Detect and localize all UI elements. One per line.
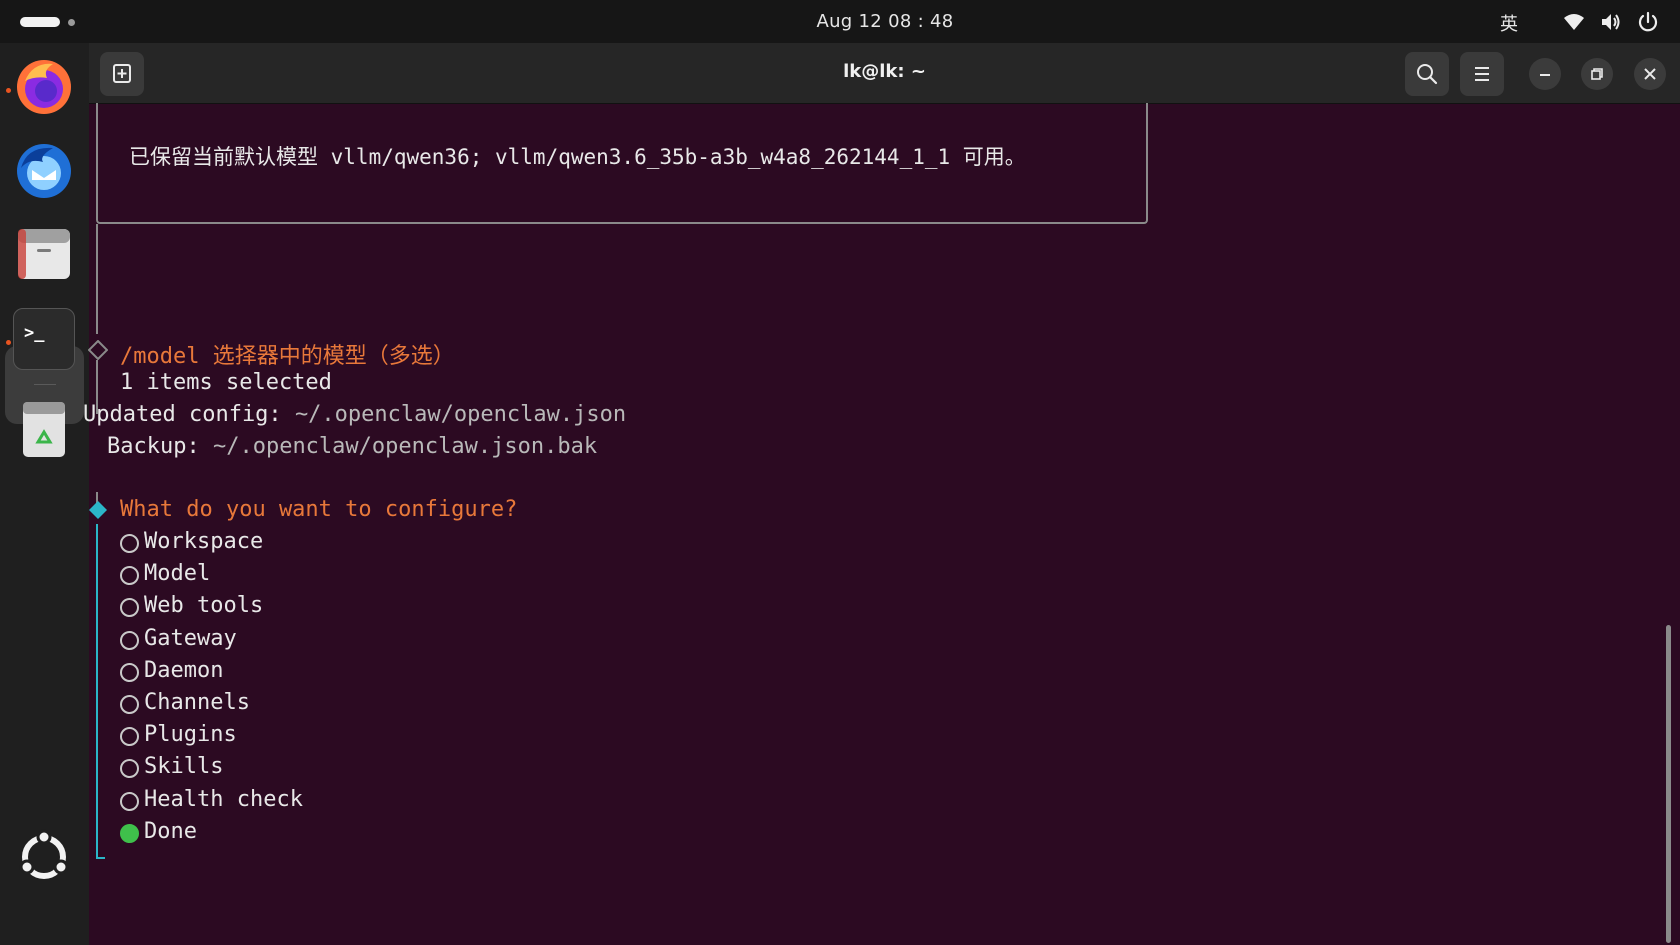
option-label: Channels	[144, 690, 250, 715]
search-button[interactable]	[1405, 52, 1449, 96]
input-method-indicator[interactable]: 英	[1500, 10, 1518, 36]
dock: >_	[0, 43, 89, 945]
window-headerbar: lk@lk: ~	[89, 43, 1680, 104]
option-gateway[interactable]: Gateway	[120, 626, 380, 656]
running-indicator	[6, 340, 11, 345]
gutter-end	[96, 857, 105, 859]
items-selected: 1 items selected	[120, 370, 332, 395]
backup-path: ~/.openclaw/openclaw.json.bak	[212, 434, 598, 459]
radio-empty-icon	[120, 759, 139, 779]
radio-empty-icon	[120, 695, 139, 714]
model-prompt: /model 选择器中的模型（多选）	[120, 344, 455, 369]
option-label: Workspace	[144, 529, 264, 554]
option-done[interactable]: Done	[120, 819, 380, 849]
option-label: Plugins	[144, 722, 237, 748]
updated-config-path: ~/.openclaw/openclaw.json	[294, 402, 627, 427]
terminal-icon[interactable]: >_	[13, 308, 75, 370]
note-text: 已保留当前默认模型 vllm/qwen36; vllm/qwen3.6_35b-…	[129, 145, 1026, 169]
activities-indicator[interactable]	[20, 16, 90, 28]
close-button[interactable]	[1634, 58, 1666, 90]
running-indicator	[6, 88, 11, 93]
trash-icon[interactable]	[13, 398, 75, 460]
dock-separator	[34, 384, 56, 385]
option-label: Health check	[144, 786, 303, 812]
restore-icon	[1591, 68, 1603, 80]
hamburger-icon	[1475, 67, 1489, 81]
terminal-content[interactable]: 已保留当前默认模型 vllm/qwen36; vllm/qwen3.6_35b-…	[83, 103, 1680, 945]
wifi-icon[interactable]	[1563, 11, 1585, 33]
option-model[interactable]: Model	[120, 561, 380, 591]
updated-config-line: Updated config: ~/.openclaw/openclaw.jso…	[83, 402, 626, 427]
radio-empty-icon	[120, 727, 139, 747]
option-workspace[interactable]: Workspace	[120, 529, 380, 559]
firefox-icon[interactable]	[13, 56, 75, 118]
radio-empty-icon	[120, 630, 139, 650]
radio-empty-icon	[120, 598, 139, 618]
option-label: Skills	[144, 754, 224, 780]
minimize-button[interactable]	[1529, 58, 1561, 90]
scrollbar[interactable]	[1666, 625, 1671, 943]
option-label: Web tools	[144, 593, 264, 619]
radio-selected-icon	[120, 823, 139, 843]
minimize-icon	[1540, 74, 1550, 76]
option-web-tools[interactable]: Web tools	[120, 593, 380, 623]
completed-diamond-icon	[88, 340, 108, 360]
option-label: Done	[144, 818, 197, 844]
option-channels[interactable]: Channels	[120, 690, 380, 720]
updated-config-label: Updated config:	[83, 402, 282, 427]
radio-empty-icon	[120, 662, 139, 682]
workspace-pill	[20, 17, 60, 27]
workspace-dot	[68, 19, 75, 26]
option-health-check[interactable]: Health check	[120, 787, 380, 817]
gutter-line-active	[96, 524, 98, 859]
terminal-icon-glyph: >_	[24, 323, 45, 343]
option-label: Gateway	[144, 625, 237, 651]
active-diamond-icon	[89, 501, 107, 519]
clock[interactable]: Aug 12 08 : 48	[740, 11, 1030, 32]
configure-question: What do you want to configure?	[120, 497, 518, 522]
option-daemon[interactable]: Daemon	[120, 658, 380, 688]
menu-button[interactable]	[1460, 52, 1504, 96]
terminal-window: lk@lk: ~ 已保留当前默认模型 vllm/qwen36; vllm/qwe…	[83, 43, 1680, 945]
show-apps-icon[interactable]	[13, 826, 75, 888]
option-label: Daemon	[144, 657, 224, 683]
radio-empty-icon	[120, 534, 139, 553]
close-icon	[1644, 68, 1656, 80]
option-skills[interactable]: Skills	[120, 754, 380, 784]
backup-label: Backup:	[107, 434, 200, 459]
search-icon	[1417, 64, 1438, 85]
option-label: Model	[144, 561, 211, 587]
thunderbird-icon[interactable]	[13, 140, 75, 202]
option-plugins[interactable]: Plugins	[120, 722, 380, 752]
radio-empty-icon	[120, 791, 139, 811]
top-bar: Aug 12 08 : 48 英	[0, 0, 1680, 43]
power-icon[interactable]	[1637, 11, 1659, 33]
restore-button[interactable]	[1581, 58, 1613, 90]
radio-empty-icon	[120, 566, 139, 586]
backup-line: Backup: ~/.openclaw/openclaw.json.bak	[107, 434, 597, 459]
files-icon[interactable]	[13, 223, 75, 285]
volume-icon[interactable]	[1600, 11, 1622, 33]
gutter-line	[96, 224, 98, 334]
